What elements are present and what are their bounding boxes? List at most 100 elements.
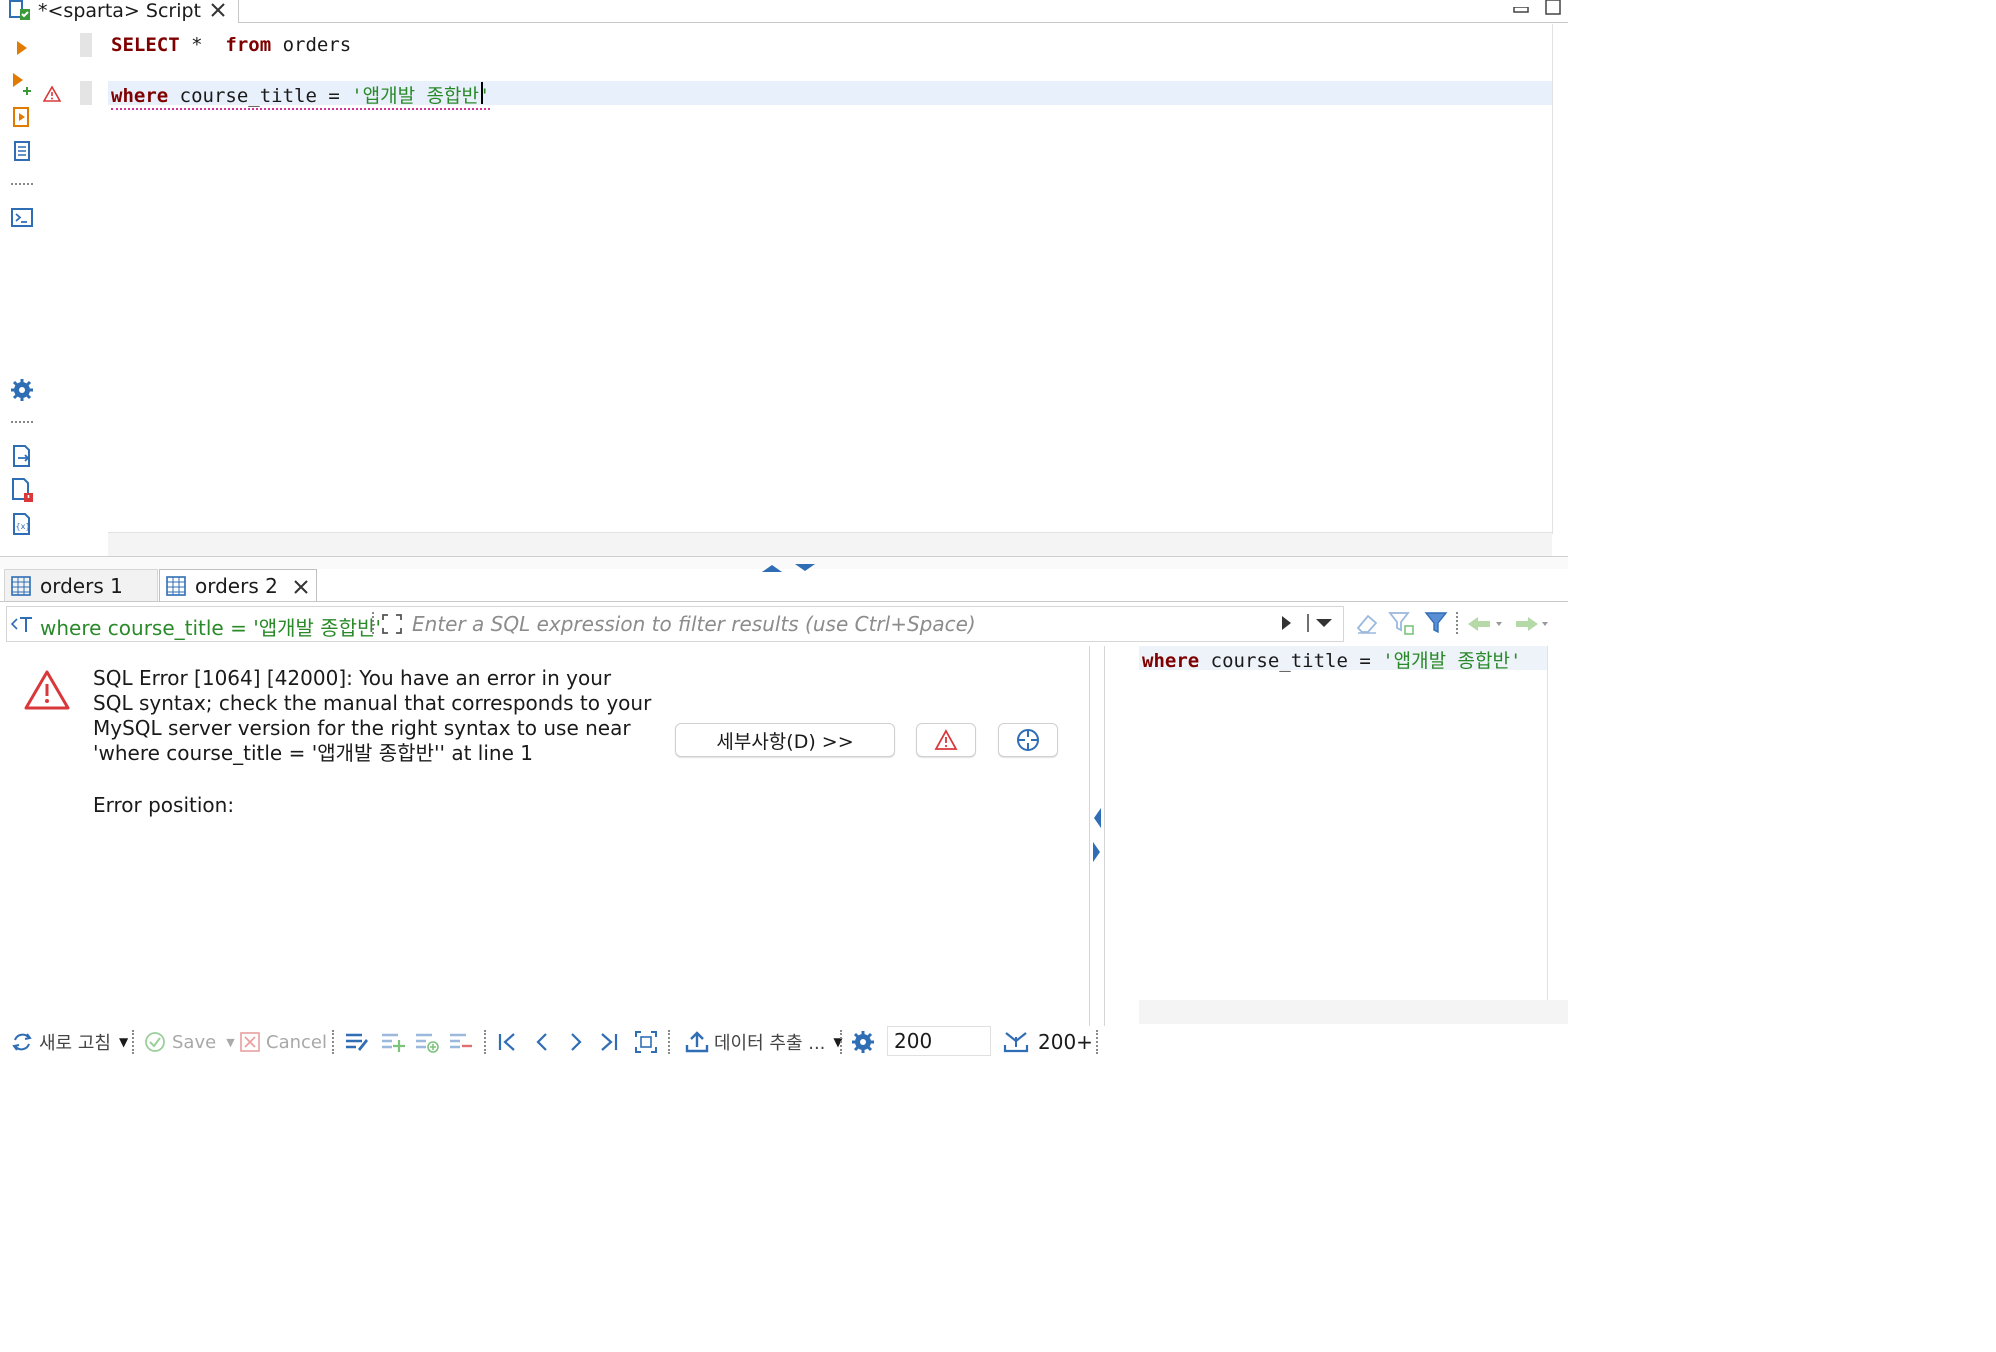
delete-row-icon[interactable] <box>448 1028 474 1056</box>
dropdown-arrow-icon[interactable]: ▼ <box>226 1036 234 1049</box>
cancel-button[interactable]: Cancel <box>240 1028 327 1056</box>
collapse-left-icon[interactable] <box>1092 806 1102 830</box>
toolbar-separator <box>1096 1030 1100 1054</box>
save-button[interactable]: Save ▼ <box>144 1028 235 1056</box>
editor-tab[interactable]: *<sparta> Script <box>0 0 239 22</box>
code-operator: * <box>179 34 226 56</box>
panel-divider[interactable] <box>1089 646 1090 1026</box>
filter-funnel-icon[interactable] <box>1424 610 1448 636</box>
export-upload-icon <box>685 1031 709 1053</box>
fit-columns-icon[interactable] <box>634 1028 658 1056</box>
splitter-down-arrow-icon[interactable] <box>793 558 817 571</box>
fetch-size-value: 200 <box>894 1029 933 1053</box>
back-arrow-icon[interactable] <box>1466 614 1506 634</box>
code-line-2[interactable]: where course_title = '앱개발 종합반' <box>111 81 491 110</box>
edit-row-icon[interactable] <box>344 1028 370 1056</box>
close-icon[interactable] <box>292 577 310 595</box>
result-tab-label: orders 1 <box>40 574 123 598</box>
dropdown-arrow-icon[interactable]: ▼ <box>119 1035 128 1049</box>
gutter-separator <box>11 183 33 187</box>
error-warning-icon <box>24 670 70 710</box>
result-tab-orders-2[interactable]: orders 2 <box>159 569 317 602</box>
previous-page-icon[interactable] <box>532 1028 552 1056</box>
keyword-where: where <box>111 85 169 107</box>
filter-separator <box>372 612 376 634</box>
editor-tab-title: *<sparta> Script <box>38 0 201 22</box>
filter-settings-icon[interactable] <box>1388 610 1416 636</box>
editor-horizontal-scrollbar[interactable] <box>108 532 1552 557</box>
code-line-1[interactable]: SELECT * from orders <box>111 34 351 56</box>
collapse-right-icon[interactable] <box>1092 840 1102 864</box>
details-button[interactable]: 세부사항(D) >> <box>675 723 895 757</box>
refresh-button[interactable]: 새로 고침 ▼ <box>10 1028 128 1056</box>
result-tab-label: orders 2 <box>195 574 278 598</box>
settings-gear-icon[interactable] <box>8 376 36 404</box>
toolbar-separator <box>668 1030 672 1054</box>
locate-error-button[interactable] <box>998 723 1058 757</box>
close-icon[interactable] <box>208 0 228 20</box>
execute-statement-icon[interactable] <box>8 34 36 62</box>
variables-icon[interactable]: {x} <box>8 510 36 538</box>
query-text[interactable]: where course_title = '앱개발 종합반' <box>1142 646 1521 673</box>
show-error-log-button[interactable] <box>916 723 976 757</box>
settings-gear-icon[interactable] <box>850 1028 876 1056</box>
fetch-count-label: 200+ <box>1038 1030 1093 1054</box>
toolbar-separator <box>132 1030 136 1054</box>
crosshair-icon <box>1017 729 1039 751</box>
check-circle-icon <box>145 1032 165 1052</box>
duplicate-row-icon[interactable] <box>414 1028 440 1056</box>
forward-arrow-icon[interactable] <box>1512 614 1552 634</box>
toolbar-separator <box>840 1030 844 1054</box>
code-condition: course_title = <box>168 85 352 107</box>
add-row-icon[interactable] <box>380 1028 406 1056</box>
panel-divider-2[interactable] <box>1104 646 1105 1026</box>
code-string-literal: '앱개발 종합반' <box>351 85 491 107</box>
save-label: Save <box>172 1031 217 1053</box>
maximize-icon[interactable] <box>1544 0 1564 16</box>
text-cursor <box>481 82 483 104</box>
execute-script-icon[interactable] <box>8 104 36 132</box>
last-page-icon[interactable] <box>598 1028 622 1056</box>
expand-filter-icon[interactable] <box>380 612 404 636</box>
toolbar-separator <box>332 1030 336 1054</box>
result-tabs-border <box>0 601 1568 602</box>
terminal-icon[interactable] <box>8 204 36 232</box>
first-page-icon[interactable] <box>496 1028 518 1056</box>
filter-history-dropdown-icon[interactable] <box>1306 612 1338 634</box>
gutter-separator-2 <box>11 421 33 425</box>
line-marker-2 <box>80 81 92 105</box>
svg-text:{x}: {x} <box>16 522 31 531</box>
result-tab-orders-1[interactable]: orders 1 <box>4 569 158 602</box>
splitter-up-arrow-icon[interactable] <box>760 558 784 572</box>
line-marker-1 <box>80 33 92 57</box>
editor-right-border <box>1552 24 1553 534</box>
export-file-icon[interactable] <box>8 442 36 470</box>
toolbar-separator <box>484 1030 488 1054</box>
filter-history-icon[interactable] <box>10 614 36 634</box>
query-condition: course_title = <box>1199 650 1383 672</box>
query-text-panel <box>1139 646 1548 1001</box>
filter-input[interactable]: Enter a SQL expression to filter results… <box>412 612 976 636</box>
cancel-label: Cancel <box>266 1031 327 1053</box>
script-icon <box>8 0 34 22</box>
panel-splitter[interactable] <box>0 556 1568 569</box>
apply-filter-icon[interactable] <box>1278 612 1296 634</box>
fetch-all-button[interactable]: 200+ <box>1002 1028 1093 1056</box>
minimize-icon[interactable] <box>1512 0 1530 13</box>
problems-file-icon[interactable] <box>8 476 36 504</box>
cancel-icon <box>240 1032 260 1052</box>
execute-in-new-tab-icon[interactable] <box>8 70 36 98</box>
explain-plan-icon[interactable] <box>8 138 36 166</box>
tab-strip-border <box>238 22 1568 23</box>
fetch-more-icon <box>1003 1032 1029 1053</box>
fetch-size-input[interactable]: 200 <box>887 1026 991 1056</box>
keyword-select: SELECT <box>111 34 180 56</box>
export-data-button[interactable]: 데이터 추출 ... ▼ <box>684 1028 843 1056</box>
table-grid-icon <box>11 576 31 596</box>
refresh-icon <box>12 1033 32 1051</box>
active-filter-text[interactable]: where course_title = '앱개발 종합반' <box>40 612 381 641</box>
clear-filter-eraser-icon[interactable] <box>1354 610 1380 636</box>
next-page-icon[interactable] <box>566 1028 586 1056</box>
warning-icon <box>934 729 958 750</box>
export-label: 데이터 추출 ... <box>714 1033 826 1054</box>
